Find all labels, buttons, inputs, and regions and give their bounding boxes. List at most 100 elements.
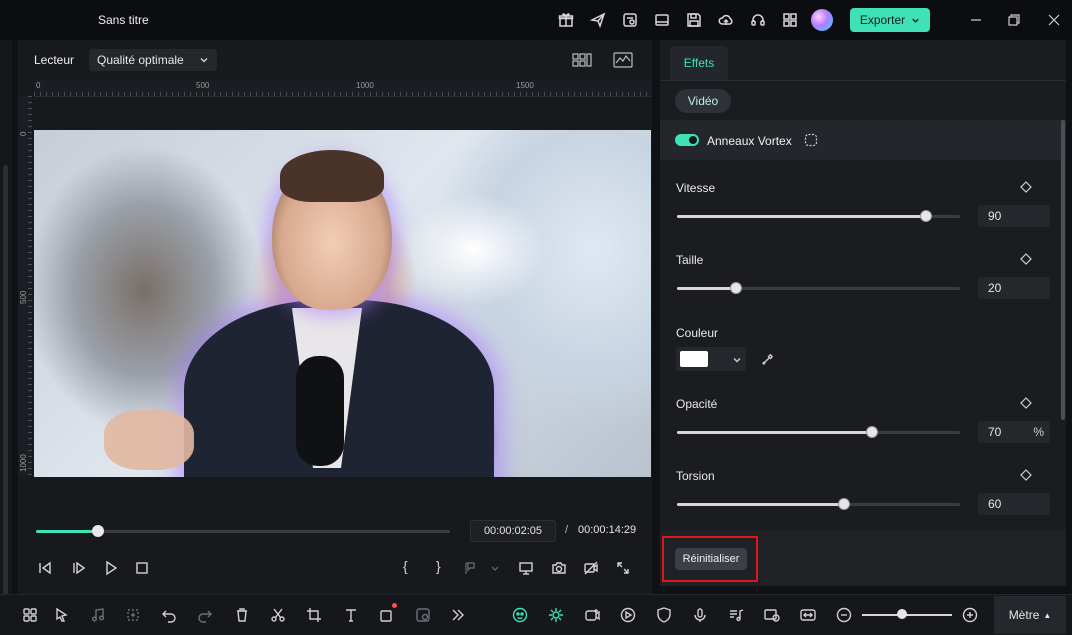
player-panel: Lecteur Qualité optimale 0 500 1000 1500… bbox=[18, 40, 652, 594]
opacity-value-field[interactable]: 70 % bbox=[978, 421, 1050, 443]
export-label: Exporter bbox=[859, 13, 906, 27]
audio-tool-icon[interactable] bbox=[87, 604, 109, 626]
mask-shield-icon[interactable] bbox=[653, 604, 675, 626]
color-swatch[interactable] bbox=[680, 351, 708, 367]
audio-mute-icon[interactable] bbox=[580, 557, 602, 579]
waveform-monitor-icon[interactable] bbox=[612, 50, 634, 70]
snapshot-icon[interactable] bbox=[548, 557, 570, 579]
ruler-unit-label: Mètre bbox=[1008, 608, 1040, 622]
crop-add-icon[interactable] bbox=[122, 604, 144, 626]
ruler-tick-label: 0 bbox=[36, 81, 41, 90]
save-icon[interactable] bbox=[684, 10, 704, 30]
zoom-in-icon[interactable] bbox=[959, 604, 981, 626]
avatar[interactable] bbox=[811, 9, 833, 31]
fit-timeline-icon[interactable] bbox=[797, 604, 819, 626]
keyframe-icon[interactable] bbox=[1020, 181, 1034, 195]
media-add-icon[interactable] bbox=[581, 604, 603, 626]
speed-icon[interactable] bbox=[617, 604, 639, 626]
chevron-down-icon bbox=[200, 57, 208, 63]
select-tool-icon[interactable] bbox=[51, 604, 73, 626]
close-icon[interactable] bbox=[1044, 10, 1064, 30]
size-label: Taille bbox=[676, 253, 704, 267]
time-separator: / bbox=[565, 524, 569, 536]
twist-slider-handle[interactable] bbox=[837, 498, 850, 510]
reset-button[interactable]: Réinitialiser bbox=[675, 548, 747, 570]
effect-name: Anneaux Vortex bbox=[707, 134, 792, 148]
chevron-down-icon[interactable] bbox=[732, 354, 742, 364]
video-preview[interactable] bbox=[34, 130, 651, 477]
mark-in-icon[interactable]: { bbox=[403, 558, 408, 574]
speed-label: Vitesse bbox=[676, 181, 716, 195]
ruler-horizontal: 0 500 1000 1500 bbox=[34, 80, 652, 97]
opacity-slider-handle[interactable] bbox=[866, 426, 879, 438]
subtab-video[interactable]: Vidéo bbox=[675, 89, 731, 113]
total-time: 00:00:14:29 bbox=[578, 524, 637, 536]
keyframe-icon[interactable] bbox=[1020, 469, 1034, 483]
minimize-icon[interactable] bbox=[966, 10, 986, 30]
size-value-field[interactable]: 20 bbox=[978, 277, 1050, 299]
keyframe-icon[interactable] bbox=[1020, 397, 1034, 411]
tab-effects[interactable]: Effets bbox=[670, 46, 728, 80]
previous-frame-icon[interactable] bbox=[34, 557, 56, 579]
tab-divider bbox=[660, 80, 1066, 81]
gift-icon[interactable] bbox=[556, 10, 576, 30]
left-scrollbar[interactable] bbox=[3, 165, 8, 595]
video-subject-hand bbox=[104, 410, 194, 470]
display-icon[interactable] bbox=[515, 557, 537, 579]
playhead-handle[interactable] bbox=[92, 525, 105, 537]
effect-area-icon[interactable] bbox=[804, 133, 818, 147]
undo-icon[interactable] bbox=[158, 604, 180, 626]
export-button[interactable]: Exporter bbox=[850, 8, 930, 32]
opacity-value: 70 bbox=[988, 425, 1002, 439]
delete-icon[interactable] bbox=[231, 604, 253, 626]
eyedropper-icon[interactable] bbox=[762, 352, 776, 366]
next-frame-icon[interactable] bbox=[67, 557, 89, 579]
effects-scrollbar[interactable] bbox=[1061, 120, 1065, 420]
zoom-slider-handle[interactable] bbox=[897, 609, 907, 619]
split-scissors-icon[interactable] bbox=[267, 604, 289, 626]
text-tool-icon[interactable] bbox=[340, 604, 362, 626]
speed-value-field[interactable]: 90 bbox=[978, 205, 1050, 227]
twist-slider-fill bbox=[677, 503, 844, 506]
zoom-out-icon[interactable] bbox=[833, 604, 855, 626]
layout-icon[interactable] bbox=[652, 10, 672, 30]
ai-copilot-icon[interactable] bbox=[509, 604, 531, 626]
player-label: Lecteur bbox=[34, 53, 75, 67]
video-microphone bbox=[296, 356, 344, 466]
screen-record-icon[interactable] bbox=[761, 604, 783, 626]
grid-icon[interactable] bbox=[780, 10, 800, 30]
microphone-icon[interactable] bbox=[689, 604, 711, 626]
auto-reframe-icon[interactable] bbox=[545, 604, 567, 626]
layout-grid-icon[interactable] bbox=[19, 604, 41, 626]
keyframe-icon[interactable] bbox=[1020, 253, 1034, 267]
stop-icon[interactable] bbox=[131, 557, 153, 579]
current-time-field[interactable]: 00:00:02:05 bbox=[470, 520, 556, 542]
zoom-slider-track[interactable] bbox=[862, 614, 952, 616]
headset-icon[interactable] bbox=[748, 10, 768, 30]
marker-chevron-icon[interactable] bbox=[484, 557, 506, 579]
marker-icon[interactable] bbox=[460, 557, 482, 579]
project-icon[interactable] bbox=[620, 10, 640, 30]
quality-value: Qualité optimale bbox=[97, 53, 184, 67]
twist-label: Torsion bbox=[676, 469, 715, 483]
more-tools-icon[interactable] bbox=[447, 604, 469, 626]
send-icon[interactable] bbox=[588, 10, 608, 30]
play-icon[interactable] bbox=[100, 557, 122, 579]
quality-dropdown[interactable]: Qualité optimale bbox=[89, 49, 217, 71]
fullscreen-icon[interactable] bbox=[612, 557, 634, 579]
music-list-icon[interactable] bbox=[725, 604, 747, 626]
ruler-unit-dropdown[interactable]: Mètre ▲ bbox=[994, 596, 1066, 634]
redo-icon[interactable] bbox=[194, 604, 216, 626]
ai-tool-icon[interactable] bbox=[412, 604, 434, 626]
mark-out-icon[interactable]: } bbox=[436, 558, 441, 574]
size-slider-handle[interactable] bbox=[730, 282, 743, 294]
cloud-upload-icon[interactable] bbox=[716, 10, 736, 30]
color-label: Couleur bbox=[676, 326, 719, 340]
twist-value-field[interactable]: 60 bbox=[978, 493, 1050, 515]
toggle-knob bbox=[689, 136, 697, 144]
speed-slider-handle[interactable] bbox=[920, 210, 933, 222]
crop-icon[interactable] bbox=[303, 604, 325, 626]
safe-zone-icon[interactable] bbox=[571, 50, 593, 70]
opacity-unit: % bbox=[1033, 425, 1044, 439]
restore-icon[interactable] bbox=[1004, 10, 1024, 30]
